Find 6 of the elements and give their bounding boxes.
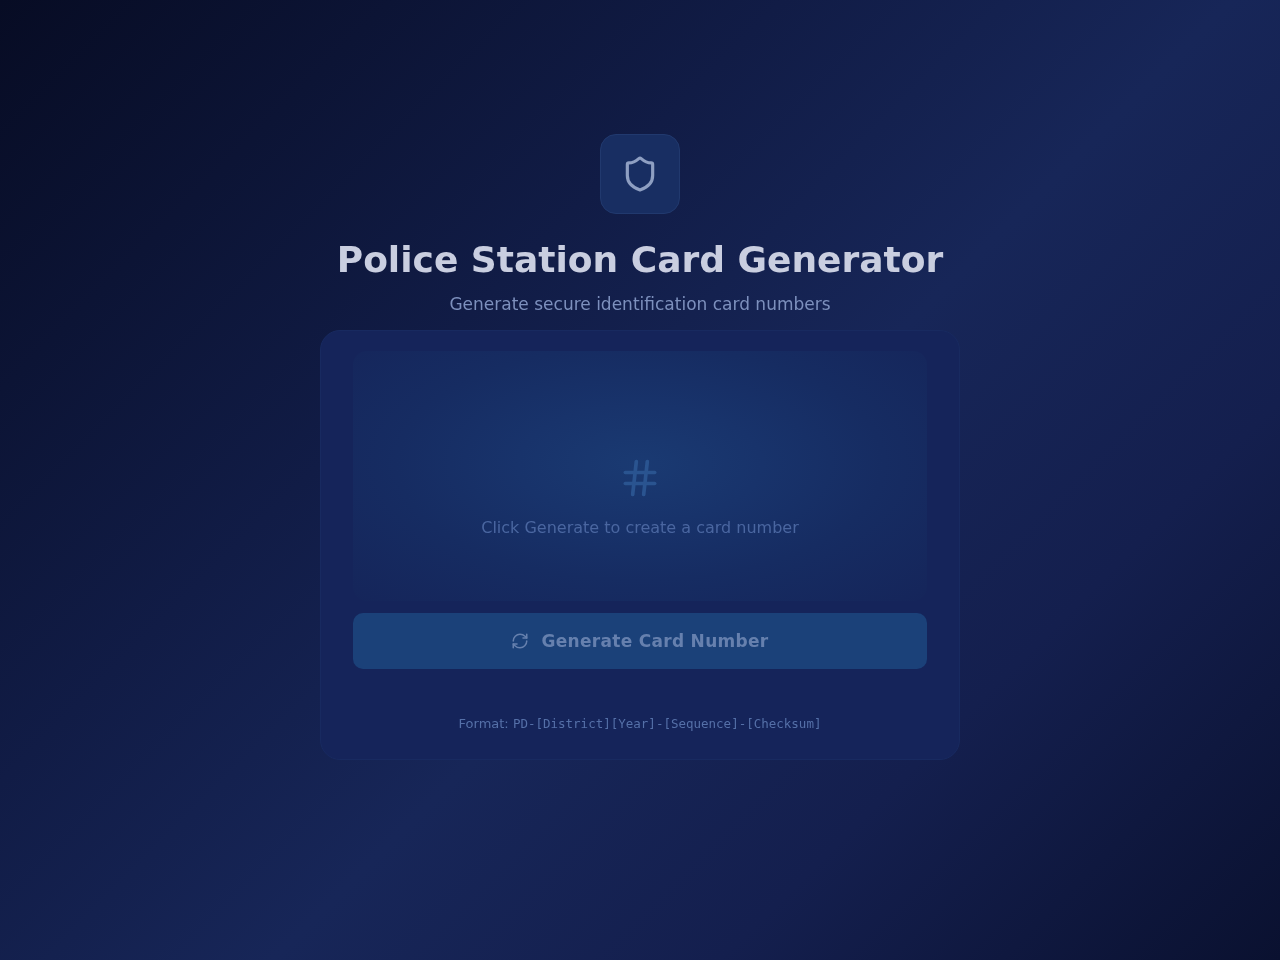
refresh-icon <box>511 632 530 650</box>
generate-button[interactable]: Generate Card Number <box>353 613 927 669</box>
page-title: Police Station Card Generator <box>336 238 944 282</box>
page-subtitle: Generate secure identification card numbers <box>449 293 831 316</box>
shield-icon <box>600 134 680 214</box>
format-note: Format: PD-[District][Year]-[Sequence]-[Checksum] <box>457 715 823 733</box>
